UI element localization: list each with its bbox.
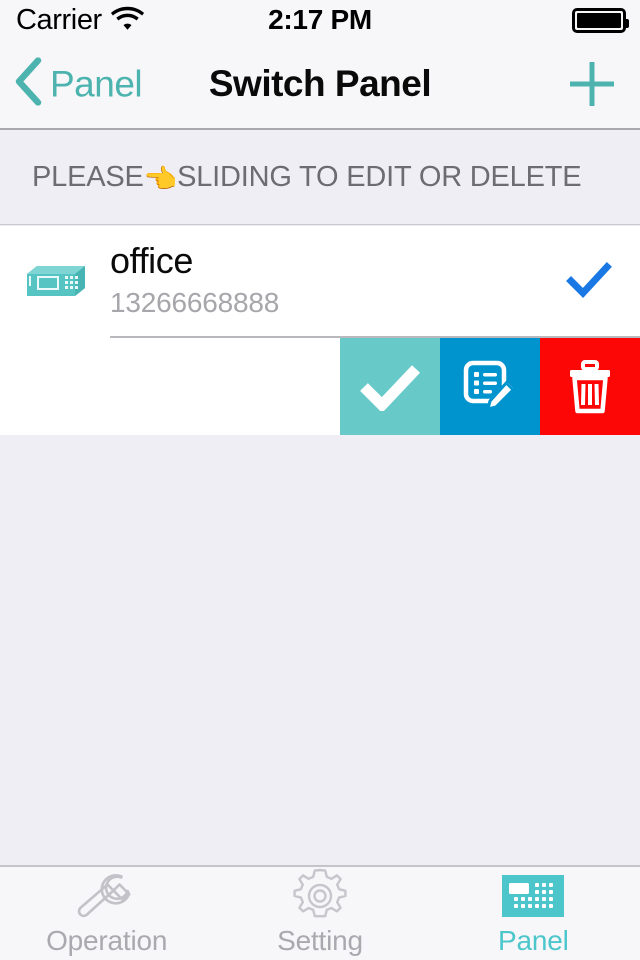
edit-note-pencil-icon bbox=[463, 360, 518, 411]
switch-panel-device-icon bbox=[20, 262, 92, 300]
plus-icon bbox=[570, 62, 614, 106]
section-header-suffix: SLIDING TO EDIT OR DELETE bbox=[177, 161, 582, 193]
section-header: PLEASE👈SLIDING TO EDIT OR DELETE bbox=[0, 132, 640, 225]
swipe-actions bbox=[340, 338, 640, 435]
section-header-prefix: PLEASE bbox=[32, 161, 144, 193]
tab-operation-label: Operation bbox=[46, 925, 168, 956]
keypad-panel-icon bbox=[502, 870, 565, 922]
trash-icon bbox=[570, 359, 610, 413]
row-title: office bbox=[110, 240, 193, 282]
battery-fill bbox=[577, 12, 621, 28]
table-row-text-block: office 13266668888 bbox=[110, 240, 280, 320]
checkmark-icon bbox=[360, 364, 420, 411]
gear-icon bbox=[292, 868, 348, 922]
page-title: Switch Panel bbox=[208, 63, 432, 104]
status-bar: Carrier 2:17 PM bbox=[0, 0, 640, 40]
section-header-label: PLEASE👈SLIDING TO EDIT OR DELETE bbox=[0, 161, 582, 195]
battery-cap bbox=[625, 18, 629, 28]
app-screen: Carrier 2:17 PM Panel Switch Panel PLEAS… bbox=[0, 0, 640, 960]
pointing-left-hand-icon: 👈 bbox=[143, 164, 178, 194]
table-row[interactable]: office 13266668888 bbox=[0, 226, 640, 435]
clock-label: 2:17 PM bbox=[268, 4, 372, 35]
battery-full-icon bbox=[572, 7, 629, 33]
swipe-confirm-button[interactable] bbox=[340, 338, 440, 435]
table-row-content[interactable]: office 13266668888 bbox=[0, 226, 640, 336]
tab-setting-label: Setting bbox=[277, 925, 363, 956]
tab-panel-label: Panel bbox=[498, 925, 569, 956]
wrench-icon bbox=[77, 870, 137, 922]
status-bar-right bbox=[572, 7, 629, 33]
tab-setting[interactable]: Setting bbox=[213, 867, 426, 960]
swipe-delete-button[interactable] bbox=[540, 338, 640, 435]
tab-operation[interactable]: Operation bbox=[0, 867, 213, 960]
tab-panel[interactable]: Panel bbox=[427, 867, 640, 960]
row-selected-checkmark-icon[interactable] bbox=[566, 258, 612, 304]
row-subtitle: 13266668888 bbox=[110, 286, 280, 318]
tab-bar: Operation Setting Panel bbox=[0, 865, 640, 960]
navigation-bar: Panel Switch Panel bbox=[0, 40, 640, 130]
add-button[interactable] bbox=[566, 58, 618, 110]
swipe-edit-button[interactable] bbox=[440, 338, 540, 435]
list-empty-area bbox=[0, 435, 640, 865]
